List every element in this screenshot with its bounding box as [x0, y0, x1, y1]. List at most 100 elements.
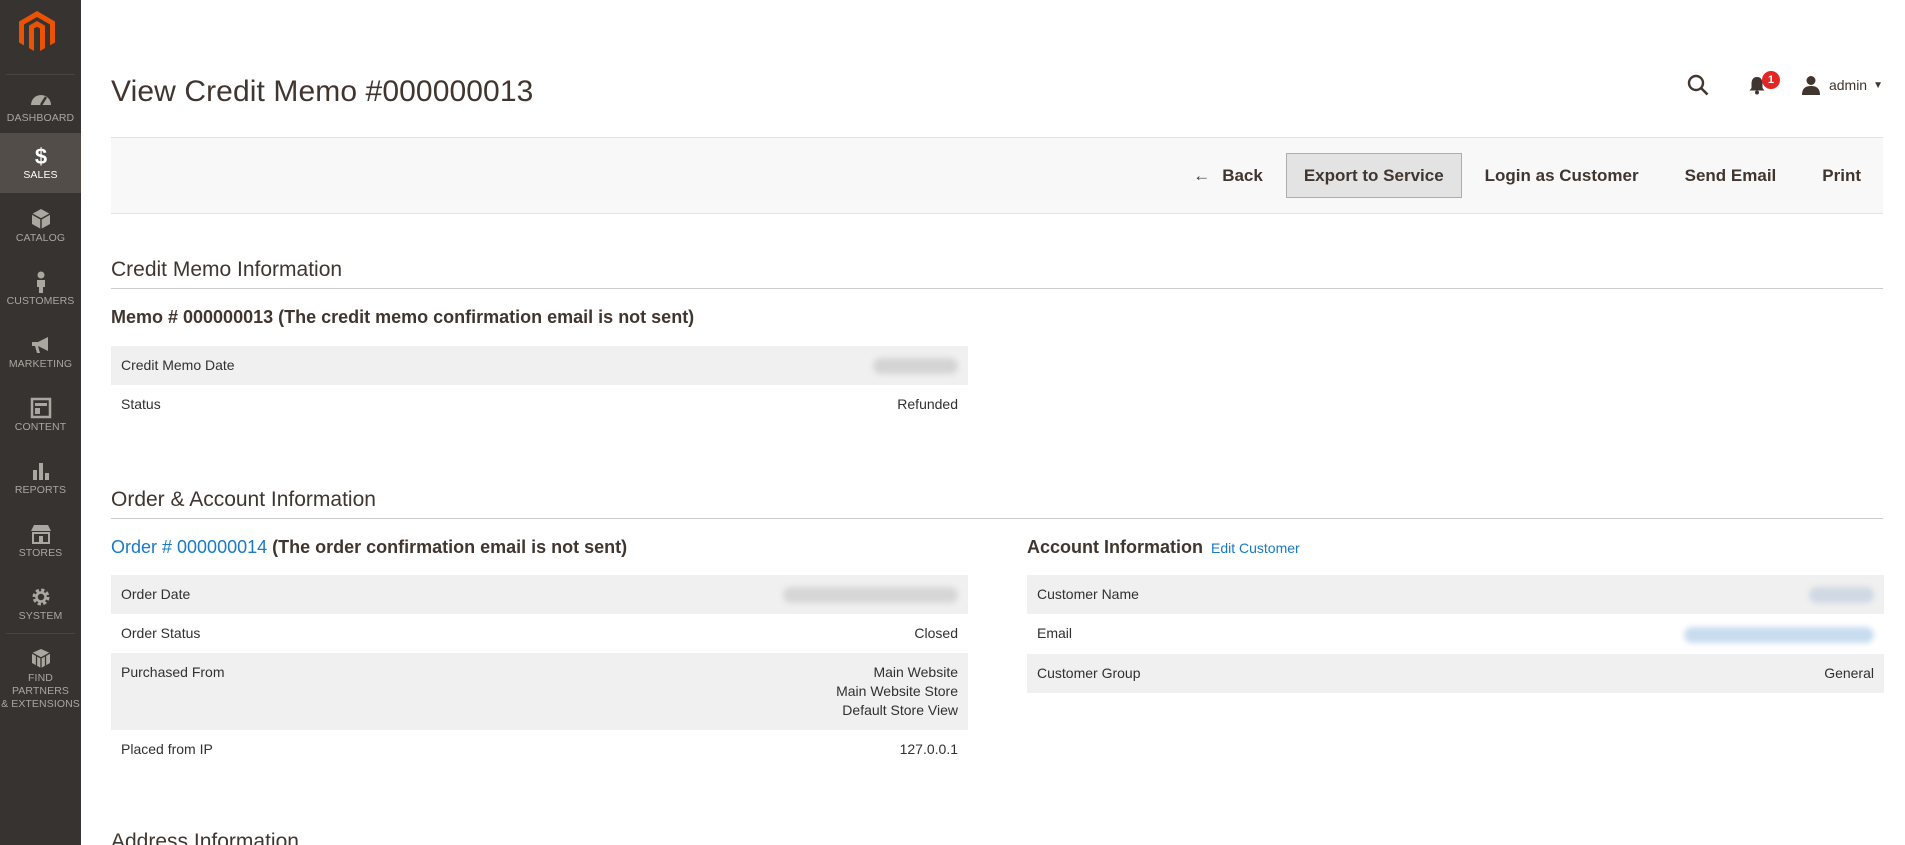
cube-icon: [31, 209, 50, 229]
bar-chart-icon: [32, 463, 49, 480]
nav-find-partners-label: FIND PARTNERS: [11, 672, 69, 697]
nav-reports-label: REPORTS: [14, 484, 67, 496]
boxes-icon: [31, 649, 50, 668]
account-info-table: Customer Name Email Customer Group Gener…: [1027, 575, 1884, 693]
login-as-customer-button[interactable]: Login as Customer: [1462, 153, 1662, 198]
nav-customers-label: CUSTOMERS: [6, 295, 75, 307]
layout-icon: [30, 397, 51, 419]
row-label: Purchased From: [121, 664, 225, 681]
credit-memo-section-title: Credit Memo Information: [111, 258, 343, 281]
customer-group-value: General: [1824, 664, 1874, 681]
send-email-button[interactable]: Send Email: [1662, 153, 1800, 198]
export-to-service-button[interactable]: Export to Service: [1285, 153, 1462, 198]
section-divider: [111, 288, 1883, 289]
table-row: Credit Memo Date: [111, 346, 968, 386]
arrow-left-icon: ←: [1193, 166, 1211, 185]
row-label: Email: [1037, 625, 1073, 642]
account-info-title: Account Information: [1027, 537, 1203, 557]
admin-sidebar: DASHBOARD $ SALES CATALOG CUSTOMERS MARK…: [0, 0, 81, 845]
account-info-heading: Account Information Edit Customer: [1027, 537, 1300, 558]
nav-sales[interactable]: $ SALES: [0, 133, 81, 193]
global-header-actions: 1 admin ▼: [1687, 71, 1883, 96]
credit-memo-info-table: Credit Memo Date Status Refunded: [111, 346, 968, 424]
nav-stores-label: STORES: [18, 547, 63, 559]
magento-logo-icon[interactable]: [19, 11, 55, 53]
person-icon: [36, 271, 45, 293]
table-row: Email: [1027, 614, 1884, 653]
nav-content-label: CONTENT: [14, 421, 67, 433]
notifications-badge: 1: [1761, 71, 1780, 89]
gear-icon: [32, 588, 49, 606]
dollar-icon: $: [34, 145, 46, 167]
table-row: Purchased From Main Website Main Website…: [111, 653, 968, 731]
order-status-value: Closed: [914, 625, 958, 642]
nav-marketing[interactable]: MARKETING: [0, 322, 81, 382]
user-icon: [1801, 76, 1820, 95]
back-button[interactable]: ← Back: [1170, 153, 1286, 198]
nav-customers[interactable]: CUSTOMERS: [0, 259, 81, 319]
row-label: Placed from IP: [121, 741, 213, 758]
section-divider: [111, 518, 1883, 519]
nav-sales-label: SALES: [23, 169, 58, 181]
nav-marketing-label: MARKETING: [8, 358, 73, 370]
notifications-button[interactable]: 1: [1747, 71, 1780, 95]
address-section-title: Address Information: [111, 830, 299, 845]
nav-content[interactable]: CONTENT: [0, 385, 81, 445]
nav-catalog-label: CATALOG: [15, 232, 66, 244]
back-label: Back: [1222, 166, 1263, 185]
edit-customer-link[interactable]: Edit Customer: [1211, 540, 1300, 556]
order-heading: Order # 000000014 (The order confirmatio…: [111, 537, 627, 558]
table-row: Customer Group General: [1027, 653, 1884, 693]
page-actions: ← Back Export to Service Login as Custom…: [1170, 153, 1861, 198]
nav-find-partners[interactable]: FIND PARTNERS & EXTENSIONS: [0, 636, 81, 710]
nav-system[interactable]: SYSTEM: [0, 574, 81, 634]
nav-reports[interactable]: REPORTS: [0, 448, 81, 508]
status-value: Refunded: [897, 396, 958, 413]
table-row: Order Status Closed: [111, 614, 968, 653]
svg-text:$: $: [34, 145, 46, 167]
nav-stores[interactable]: STORES: [0, 511, 81, 571]
placed-from-ip-value: 127.0.0.1: [899, 741, 958, 758]
row-label: Status: [121, 396, 161, 413]
order-info-table: Order Date Order Status Closed Purchased…: [111, 575, 968, 769]
order-date-value: [783, 586, 958, 604]
credit-memo-date-value: [873, 357, 958, 375]
nav-dashboard-label: DASHBOARD: [6, 112, 75, 124]
global-search-button[interactable]: [1687, 74, 1709, 96]
table-row: Customer Name: [1027, 575, 1884, 615]
nav-divider: [6, 633, 75, 634]
chevron-down-icon: ▼: [1873, 79, 1883, 91]
store-name: Main Website Store: [836, 683, 958, 700]
search-icon: [1687, 74, 1709, 96]
nav-system-label: SYSTEM: [18, 610, 63, 622]
order-link[interactable]: Order # 000000014: [111, 537, 267, 557]
row-label: Order Status: [121, 625, 201, 642]
page-actions-bar: ← Back Export to Service Login as Custom…: [111, 137, 1883, 214]
memo-heading: Memo # 000000013 (The credit memo confir…: [111, 307, 695, 327]
nav-divider: [6, 74, 75, 75]
admin-username: admin: [1828, 77, 1868, 93]
table-row: Placed from IP 127.0.0.1: [111, 730, 968, 769]
dashboard-icon: [30, 95, 51, 106]
email-value: [1684, 625, 1874, 643]
customer-name-value: [1809, 586, 1874, 604]
megaphone-icon: [31, 337, 48, 353]
page-title: View Credit Memo #000000013: [111, 75, 534, 108]
store-icon: [30, 525, 51, 544]
nav-find-partners-label-line2: & EXTENSIONS: [1, 698, 80, 710]
table-row: Order Date: [111, 575, 968, 615]
nav-catalog[interactable]: CATALOG: [0, 196, 81, 256]
table-row: Status Refunded: [111, 385, 968, 424]
order-account-section-title: Order & Account Information: [111, 488, 376, 511]
purchased-from-value: Main Website Main Website Store Default …: [836, 664, 958, 719]
store-view-name: Default Store View: [842, 702, 958, 719]
admin-user-menu[interactable]: admin ▼: [1801, 75, 1883, 95]
order-email-note: (The order confirmation email is not sen…: [267, 537, 628, 557]
row-label: Customer Name: [1037, 586, 1139, 602]
print-button[interactable]: Print: [1799, 153, 1861, 198]
website-name: Main Website: [873, 664, 958, 681]
nav-dashboard[interactable]: DASHBOARD: [0, 76, 81, 136]
row-label: Customer Group: [1037, 664, 1141, 681]
row-label: Credit Memo Date: [121, 357, 235, 373]
row-label: Order Date: [121, 586, 191, 602]
